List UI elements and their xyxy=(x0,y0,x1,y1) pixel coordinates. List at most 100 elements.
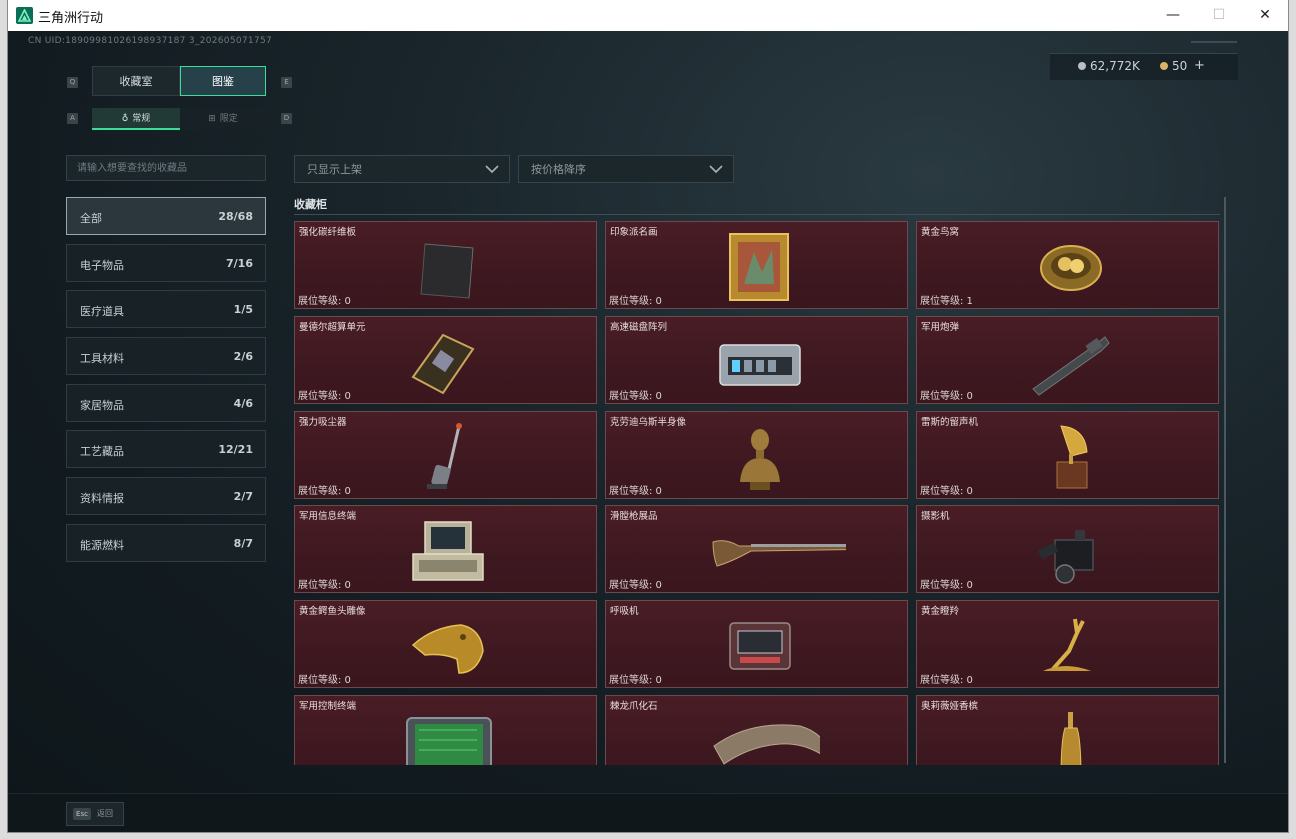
item-name: 军用控制终端 xyxy=(299,701,357,712)
collection-card[interactable]: 克劳迪乌斯半身像 展位等级: 0 xyxy=(605,411,908,499)
item-name: 黄金鸟窝 xyxy=(921,227,960,238)
chevron-down-icon xyxy=(709,165,723,174)
collection-card[interactable]: 棘龙爪化石 xyxy=(605,695,908,765)
display-level: 展位等级: 0 xyxy=(609,391,662,402)
display-level: 展位等级: 0 xyxy=(298,486,351,497)
collection-card[interactable]: 滑膛枪展品 展位等级: 0 xyxy=(605,505,908,593)
header-decoration xyxy=(1191,41,1237,43)
carbon-fiber-plate-image xyxy=(420,243,474,299)
collection-card[interactable]: 摄影机 展位等级: 0 xyxy=(916,505,1219,593)
add-currency-button[interactable]: + xyxy=(1194,58,1205,73)
item-name: 军用信息终端 xyxy=(299,511,357,522)
artillery-shell-image xyxy=(1032,336,1110,396)
camera-image xyxy=(1037,530,1094,584)
limited-icon: ⊞ xyxy=(208,114,216,124)
shelf-filter-dropdown[interactable]: 只显示上架 xyxy=(294,155,510,183)
collection-card[interactable]: 军用信息终端 展位等级: 0 xyxy=(294,505,597,593)
collection-card[interactable]: 强力吸尘器 展位等级: 0 xyxy=(294,411,597,499)
collection-card[interactable]: 黄金鳄鱼头雕像 展位等级: 0 xyxy=(294,600,597,688)
display-level: 展位等级: 0 xyxy=(609,675,662,686)
collection-card[interactable]: 黄金鸟窝 展位等级: 1 xyxy=(916,221,1219,309)
item-name: 曼德尔超算单元 xyxy=(299,322,366,333)
category-all[interactable]: 全部 28/68 xyxy=(66,197,266,235)
display-level: 展位等级: 0 xyxy=(609,296,662,307)
collection-card[interactable]: 强化碳纤维板 展位等级: 0 xyxy=(294,221,597,309)
category-count: 12/21 xyxy=(218,443,253,456)
esc-key-hint: Esc xyxy=(73,808,91,820)
item-name: 棘龙爪化石 xyxy=(610,701,658,712)
category-label: 电子物品 xyxy=(80,259,124,272)
item-name: 印象派名画 xyxy=(610,227,658,238)
back-button[interactable]: Esc 返回 xyxy=(66,802,124,826)
title-bar: 三角洲行动 — ☐ ✕ xyxy=(8,0,1288,31)
category-tools[interactable]: 工具材料 2/6 xyxy=(66,337,266,375)
category-count: 4/6 xyxy=(233,397,253,410)
display-level: 展位等级: 0 xyxy=(298,580,351,591)
item-name: 黄金瞪羚 xyxy=(921,606,960,617)
painting-image xyxy=(729,233,789,301)
category-label: 全部 xyxy=(80,212,102,225)
category-household[interactable]: 家居物品 4/6 xyxy=(66,384,266,422)
ventilator-image xyxy=(729,622,791,670)
collection-card[interactable]: 军用控制终端 xyxy=(294,695,597,765)
display-level: 展位等级: 0 xyxy=(920,391,973,402)
subtab-limited-label: 限定 xyxy=(219,114,238,124)
item-name: 军用炮弹 xyxy=(921,322,960,333)
tab-catalog[interactable]: 图鉴 xyxy=(180,66,266,96)
collection-card[interactable]: 军用炮弹 展位等级: 0 xyxy=(916,316,1219,404)
military-terminal-image xyxy=(412,521,484,581)
subtab-limited[interactable]: ⊞ 限定 xyxy=(180,108,266,130)
item-name: 克劳迪乌斯半身像 xyxy=(610,417,687,428)
category-count: 8/7 xyxy=(233,537,253,550)
shelf-filter-value: 只显示上架 xyxy=(307,163,362,176)
display-level: 展位等级: 0 xyxy=(609,580,662,591)
grid-scrollbar[interactable] xyxy=(1224,197,1226,763)
musket-image xyxy=(712,540,846,567)
collection-grid: 强化碳纤维板 展位等级: 0 印象派名画 展位等级: 0 黄金鸟窝 展位等级: … xyxy=(294,221,1220,765)
collection-card[interactable]: 雷斯的留声机 展位等级: 0 xyxy=(916,411,1219,499)
key-hint-d: D xyxy=(281,113,292,124)
golden-nest-image xyxy=(1040,245,1102,291)
maximize-button[interactable]: ☐ xyxy=(1196,0,1242,31)
money-amount: 62,772K xyxy=(1090,59,1140,73)
close-button[interactable]: ✕ xyxy=(1242,0,1288,31)
search-input[interactable]: 请输入想要查找的收藏品 xyxy=(66,155,266,181)
category-label: 医疗道具 xyxy=(80,305,124,318)
category-energy[interactable]: 能源燃料 8/7 xyxy=(66,524,266,562)
bottom-bar: Esc 返回 xyxy=(8,793,1288,832)
window-title: 三角洲行动 xyxy=(38,11,104,26)
subtab-regular[interactable]: ♁ 常规 xyxy=(92,108,180,130)
money-icon xyxy=(1078,62,1086,70)
disk-array-image xyxy=(719,344,801,386)
collection-card[interactable]: 奥莉薇娅香槟 xyxy=(916,695,1219,765)
display-level: 展位等级: 0 xyxy=(920,580,973,591)
category-intel[interactable]: 资料情报 2/7 xyxy=(66,477,266,515)
sort-dropdown[interactable]: 按价格降序 xyxy=(518,155,734,183)
player-uid: CN UID:18909981026198937187 3_2026050717… xyxy=(28,36,273,46)
item-name: 雷斯的留声机 xyxy=(921,417,979,428)
game-view: CN UID:18909981026198937187 3_2026050717… xyxy=(8,31,1288,832)
category-crafts[interactable]: 工艺藏品 12/21 xyxy=(66,430,266,468)
key-hint-e: E xyxy=(281,77,292,88)
display-level: 展位等级: 1 xyxy=(920,296,973,307)
currency-bar: 62,772K 50 + xyxy=(1050,53,1238,80)
category-medical[interactable]: 医疗道具 1/5 xyxy=(66,290,266,328)
category-label: 家居物品 xyxy=(80,399,124,412)
tab-collection-room[interactable]: 收藏室 xyxy=(92,66,180,96)
back-label: 返回 xyxy=(97,809,113,818)
app-window: 三角洲行动 — ☐ ✕ CN UID:18909981026198937187 … xyxy=(8,0,1288,832)
category-count: 28/68 xyxy=(218,210,253,223)
item-name: 摄影机 xyxy=(921,511,950,522)
coin-icon xyxy=(1160,62,1168,70)
collection-card[interactable]: 印象派名画 展位等级: 0 xyxy=(605,221,908,309)
app-logo-icon xyxy=(16,7,33,24)
category-electronics[interactable]: 电子物品 7/16 xyxy=(66,244,266,282)
collection-card[interactable]: 呼吸机 展位等级: 0 xyxy=(605,600,908,688)
minimize-button[interactable]: — xyxy=(1150,0,1196,31)
coin-amount: 50 xyxy=(1172,59,1188,73)
collection-card[interactable]: 黄金瞪羚 展位等级: 0 xyxy=(916,600,1219,688)
collection-card[interactable]: 曼德尔超算单元 展位等级: 0 xyxy=(294,316,597,404)
display-level: 展位等级: 0 xyxy=(298,391,351,402)
collection-card[interactable]: 高速磁盘阵列 展位等级: 0 xyxy=(605,316,908,404)
supercomputer-unit-image xyxy=(411,333,475,395)
